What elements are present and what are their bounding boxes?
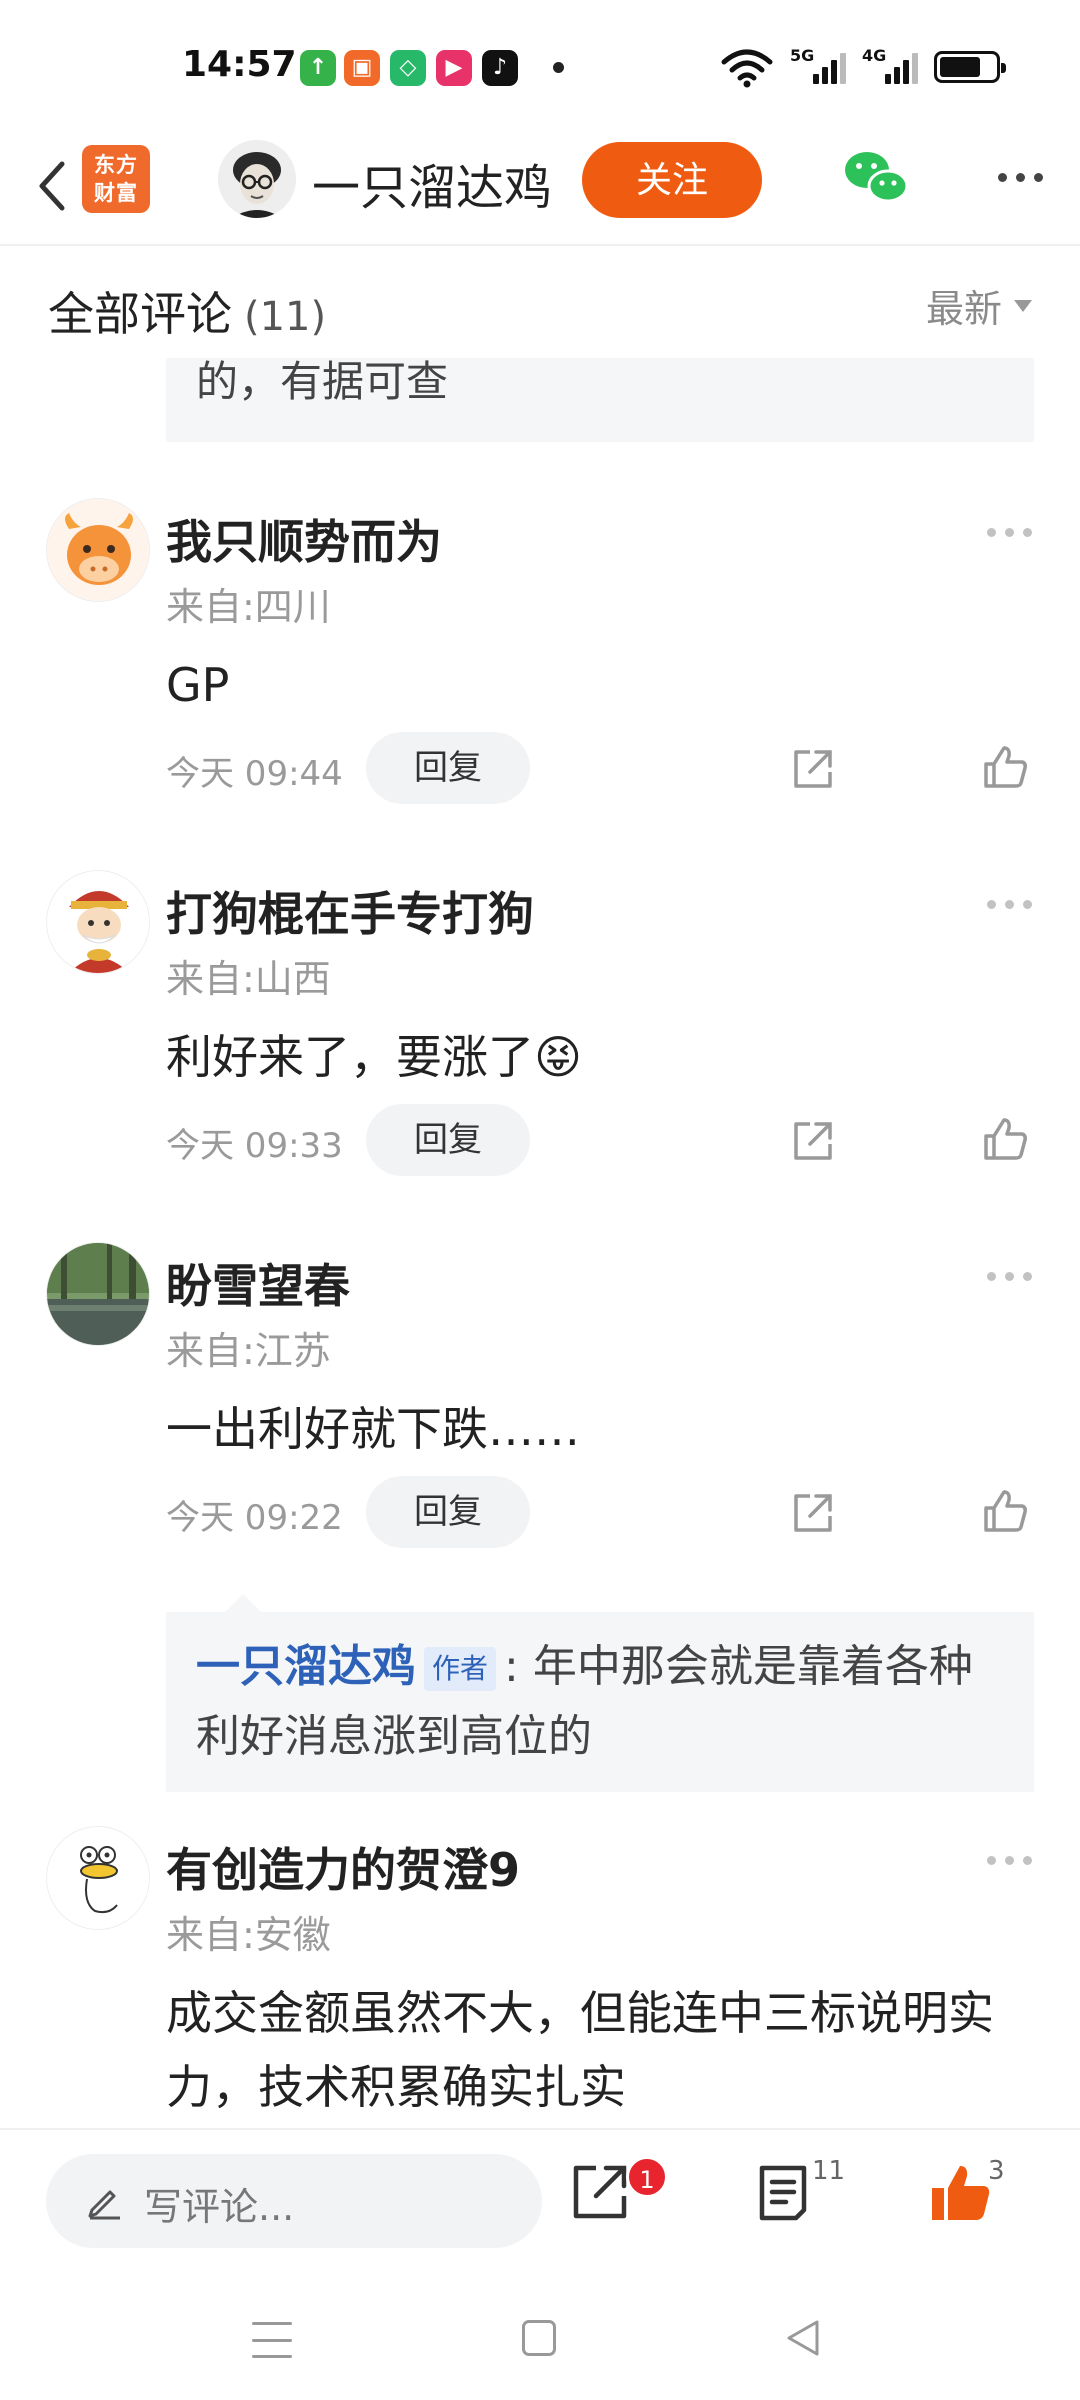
reply-quote-fragment: 的，有据可查 [166,358,1034,442]
share-icon[interactable] [790,1490,836,1536]
comment-text: GP [166,658,230,712]
likes-count-badge: 3 [988,2156,1005,2186]
comment-text: 一出利好就下跌…… [166,1402,580,1456]
comments-header: 全部评论 (11) 最新 [0,248,1080,358]
thumbs-up-icon[interactable] [980,1114,1030,1164]
video-app-icon: ▶ [436,50,472,86]
author-badge: 作者 [424,1647,497,1691]
landscape-photo-avatar[interactable] [46,1242,150,1346]
more-horizontal-icon[interactable] [987,1856,1032,1865]
share-icon[interactable] [790,746,836,792]
grid-app-icon: ▣ [344,50,380,86]
share-icon[interactable] [568,2160,632,2224]
comment-item: 我只顺势而为 来自:四川 GP 今天 09:44 回复 [0,498,1080,804]
comment-author-name[interactable]: 打狗棍在手专打狗 [166,878,534,944]
author-name[interactable]: 一只溜达鸡 [312,148,552,218]
comment-item: 打狗棍在手专打狗 来自:山西 利好来了，要涨了😝 今天 09:33 回复 [0,870,1080,1176]
more-horizontal-icon[interactable] [990,160,1050,194]
comment-text: 成交金额虽然不大，但能连中三标说明实力，技术积累确实扎实 [166,1986,994,2114]
comment-author-name[interactable]: 我只顺势而为 [166,506,442,572]
upload-app-icon: ↑ [300,50,336,86]
comment-location: 来自:安徽 [166,1913,331,1957]
reply-button[interactable]: 回复 [366,732,530,804]
comments-count: (11) [244,294,327,340]
comment-actions: 今天 09:44 回复 [166,732,1046,804]
back-icon[interactable] [783,2318,823,2358]
comment-actions: 今天 09:33 回复 [166,1104,1046,1176]
comment-time: 今天 09:33 [166,1126,343,1166]
wifi-icon [721,49,773,88]
thumbs-up-filled-icon[interactable] [928,2160,992,2224]
follow-button[interactable]: 关注 [582,142,762,218]
share-badge: 1 [626,2156,668,2198]
reply-button[interactable]: 回复 [366,1104,530,1176]
comment-input[interactable]: 写评论... [46,2154,542,2248]
comment-list[interactable]: 的，有据可查 我只顺势而为 来自:四川 GP 今天 09:44 回复 打狗棍在手… [0,358,1080,2128]
laughing-emoji: 😝 [534,1030,582,1084]
status-time: 14:57 [182,44,297,85]
status-indicators: 5G 4G [720,46,1006,88]
top-nav: 东方 财富 一只溜达鸡 关注 [0,130,1080,246]
comments-icon[interactable] [752,2160,816,2224]
comment-location: 来自:四川 [166,585,331,629]
sort-dropdown[interactable]: 最新 [926,278,1032,333]
chevron-left-icon[interactable] [22,150,82,222]
comment-input-placeholder: 写评论... [144,2185,295,2229]
more-horizontal-icon[interactable] [987,900,1032,909]
more-horizontal-icon[interactable] [987,1272,1032,1281]
comment-location: 来自:江苏 [166,1329,331,1373]
status-bar: 14:57 ↑ ▣ ◇ ▶ ♪ 5G 4G [0,0,1080,130]
comment-text: 利好来了，要涨了😝 [166,1030,582,1084]
app-logo[interactable]: 东方 财富 [82,145,150,213]
bottom-action-bar: 写评论... 1 11 3 [0,2128,1080,2278]
system-nav-bar [0,2278,1080,2400]
reply-button[interactable]: 回复 [366,1476,530,1548]
more-horizontal-icon[interactable] [987,528,1032,537]
comment-actions: 今天 09:22 回复 [166,1476,1046,1548]
menu-icon[interactable] [252,2322,292,2358]
author-reply[interactable]: 一只溜达鸡 作者: 年中那会就是靠着各种利好消息涨到高位的 [166,1612,1034,1792]
cartoon-bull-avatar[interactable] [46,498,150,602]
comment-time: 今天 09:22 [166,1498,343,1538]
pencil-icon [88,2190,120,2220]
battery-icon [934,51,1006,83]
comment-item: 有创造力的贺澄9 来自:安徽 成交金额虽然不大，但能连中三标说明实力，技术积累确… [0,1826,1080,2128]
caret-down-icon [1014,299,1032,312]
comment-time: 今天 09:44 [166,754,343,794]
reply-author-name[interactable]: 一只溜达鸡 [196,1641,416,1692]
thumbs-up-icon[interactable] [980,1486,1030,1536]
author-avatar[interactable] [218,140,296,218]
cartoon-god-of-wealth-avatar[interactable] [46,870,150,974]
tiktok-icon: ♪ [482,50,518,86]
comment-author-name[interactable]: 盼雪望春 [166,1250,350,1316]
comment-author-name[interactable]: 有创造力的贺澄9 [166,1834,520,1900]
signal-5g-icon: 5G [790,46,846,88]
reply-arrow [225,1594,261,1612]
comments-count-badge: 11 [812,2156,846,2186]
thumbs-up-icon[interactable] [980,742,1030,792]
share-icon[interactable] [790,1118,836,1164]
notification-dot [553,62,564,73]
comments-title: 全部评论 (11) [48,287,327,341]
shield-app-icon: ◇ [390,50,426,86]
comment-location: 来自:山西 [166,957,331,1001]
wechat-icon[interactable] [842,148,910,206]
signal-4g-icon: 4G [862,46,918,88]
home-icon[interactable] [522,2320,556,2356]
comment-item: 盼雪望春 来自:江苏 一出利好就下跌…… 今天 09:22 回复 一只溜达鸡 作者… [0,1242,1080,1792]
cartoon-duck-avatar[interactable] [46,1826,150,1930]
